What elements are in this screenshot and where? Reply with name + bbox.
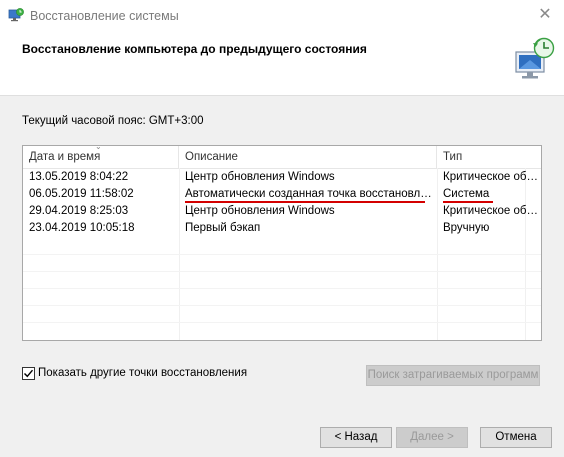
table-row[interactable]: 13.05.2019 8:04:22 Центр обновления Wind…: [23, 169, 541, 186]
cell-type: Критическое обновление: [443, 171, 541, 183]
row-gridline: [23, 288, 541, 289]
column-header-date[interactable]: ⌄ Дата и время: [23, 142, 179, 168]
cell-description: Центр обновления Windows: [185, 171, 335, 183]
row-gridline: [23, 305, 541, 306]
row-gridline: [23, 322, 541, 323]
column-header-description[interactable]: Описание: [179, 146, 437, 168]
column-label: Тип: [443, 151, 463, 163]
cell-type: Вручную: [443, 222, 490, 234]
next-button[interactable]: Далее >: [396, 427, 468, 448]
cell-date: 23.04.2019 10:05:18: [29, 222, 135, 234]
cell-description: Первый бэкап: [185, 222, 261, 234]
cell-date: 06.05.2019 11:58:02: [29, 188, 134, 200]
checkmark-icon: [24, 369, 34, 378]
wizard-header: Восстановление компьютера до предыдущего…: [0, 30, 564, 95]
column-header-type[interactable]: Тип: [437, 146, 541, 168]
table-row[interactable]: 29.04.2019 8:25:03 Центр обновления Wind…: [23, 203, 541, 220]
row-gridline: [23, 254, 541, 255]
timezone-label: Текущий часовой пояс: GMT+3:00: [22, 115, 204, 127]
cell-date: 13.05.2019 8:04:22: [29, 171, 129, 183]
scan-affected-programs-button[interactable]: Поиск затрагиваемых программ: [366, 365, 540, 386]
red-underline-type: [443, 201, 493, 203]
close-icon[interactable]: ✕: [534, 5, 556, 25]
back-button[interactable]: < Назад: [320, 427, 392, 448]
monitor-restore-icon: [515, 37, 555, 79]
red-underline-description: [185, 201, 425, 203]
window-title: Восстановление системы: [30, 9, 179, 23]
title-bar: Восстановление системы ✕: [0, 0, 564, 30]
system-restore-icon: [8, 8, 24, 22]
column-label: Дата и время: [29, 151, 101, 163]
restore-points-list[interactable]: ⌄ Дата и время Описание Тип 13.05.2019 8…: [22, 142, 542, 341]
content-area: Текущий часовой пояс: GMT+3:00 ⌄ Дата и …: [0, 95, 564, 417]
cell-date: 29.04.2019 8:25:03: [29, 205, 129, 217]
list-header: ⌄ Дата и время Описание Тип: [23, 142, 541, 169]
show-more-label[interactable]: Показать другие точки восстановления: [38, 367, 247, 379]
cancel-button[interactable]: Отмена: [480, 427, 552, 448]
cell-description: Центр обновления Windows: [185, 205, 335, 217]
show-more-checkbox[interactable]: [22, 367, 35, 380]
table-row[interactable]: 23.04.2019 10:05:18 Первый бэкап Вручную: [23, 220, 541, 237]
row-gridline: [23, 271, 541, 272]
page-title: Восстановление компьютера до предыдущего…: [22, 42, 367, 56]
cell-type: Критическое обновление: [443, 205, 541, 217]
sort-chevron-icon: ⌄: [95, 142, 102, 151]
column-label: Описание: [185, 151, 238, 163]
wizard-footer: < Назад Далее > Отмена: [0, 416, 564, 457]
